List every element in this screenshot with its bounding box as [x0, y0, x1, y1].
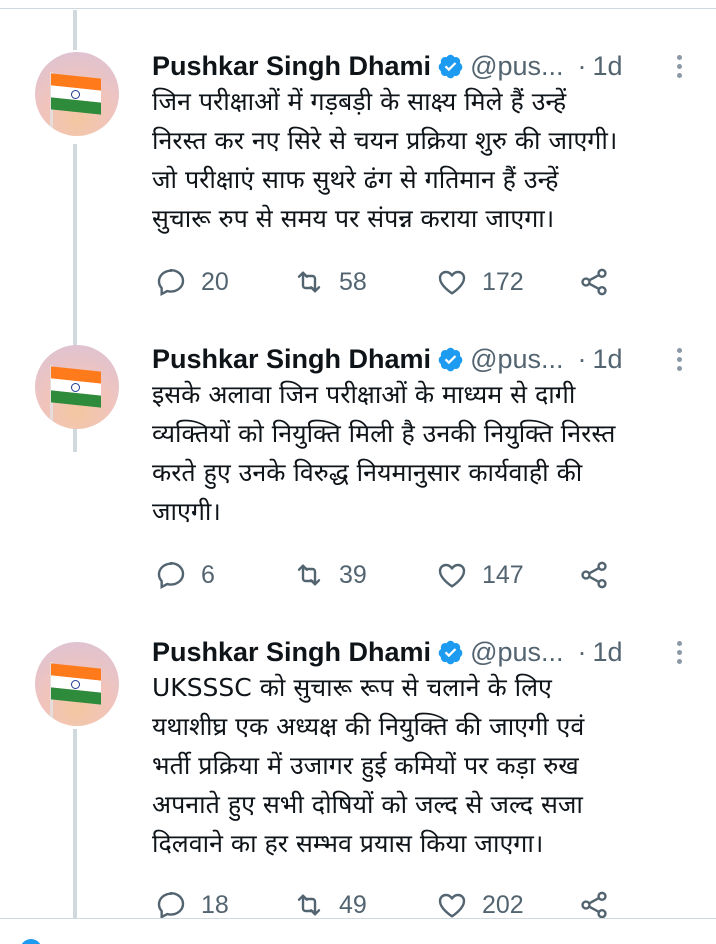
reply-count: 18 [201, 890, 229, 919]
tweet-actions: 20 58 172 [150, 265, 630, 299]
like-button[interactable]: 202 [436, 888, 524, 922]
like-count: 172 [482, 267, 524, 296]
retweet-button[interactable]: 49 [293, 888, 367, 922]
retweet-count: 58 [339, 267, 367, 296]
retweet-icon [297, 564, 321, 586]
tweet-timestamp[interactable]: 1d [593, 637, 623, 668]
like-count: 147 [482, 560, 524, 589]
tweet-text: UKSSSC को सुचारू रूप से चलाने के लिए यथा… [152, 673, 585, 858]
reply-icon [157, 268, 185, 296]
bottom-bar [0, 918, 716, 944]
retweet-button[interactable]: 39 [293, 558, 367, 592]
ashoka-chakra-icon [71, 383, 80, 392]
author-name[interactable]: Pushkar Singh Dhami [152, 51, 431, 82]
more-options-icon[interactable] [674, 638, 684, 668]
like-count: 202 [482, 890, 524, 919]
retweet-count: 39 [339, 560, 367, 589]
reply-button[interactable]: 18 [155, 888, 229, 922]
tweet-actions: 6 39 147 [150, 558, 630, 592]
avatar[interactable] [35, 345, 119, 429]
retweet-icon [297, 894, 321, 916]
like-button[interactable]: 147 [436, 558, 524, 592]
author-handle[interactable]: @pus... [470, 51, 563, 82]
like-icon [438, 893, 466, 918]
retweet-icon [297, 271, 321, 293]
like-icon [438, 563, 466, 588]
author-handle[interactable]: @pus... [470, 637, 563, 668]
tweet-header: Pushkar Singh Dhami @pus... · 1d [152, 341, 623, 377]
avatar[interactable] [35, 642, 119, 726]
tweet-timestamp[interactable]: 1d [593, 344, 623, 375]
verified-badge-icon [438, 54, 463, 78]
reply-icon [157, 561, 185, 589]
ashoka-chakra-icon [71, 90, 80, 99]
reply-button[interactable]: 6 [155, 558, 215, 592]
tweet-header: Pushkar Singh Dhami @pus... · 1d [152, 48, 623, 84]
tweet-header: Pushkar Singh Dhami @pus... · 1d [152, 634, 623, 670]
avatar[interactable] [35, 52, 119, 136]
ashoka-chakra-icon [71, 680, 80, 689]
reply-count: 6 [201, 560, 215, 589]
tweet-text: जिन परीक्षाओं में गड़बड़ी के साक्ष्य मिल… [152, 87, 618, 233]
separator-dot: · [577, 343, 587, 374]
share-button[interactable] [578, 265, 610, 299]
account-avatar-icon[interactable] [20, 939, 42, 944]
tweet[interactable]: Pushkar Singh Dhami @pus... · 1d इसके अल… [0, 330, 716, 620]
tweet-timestamp[interactable]: 1d [593, 51, 623, 82]
author-name[interactable]: Pushkar Singh Dhami [152, 344, 431, 375]
retweet-count: 49 [339, 890, 367, 919]
verified-badge-icon [438, 640, 463, 664]
author-handle[interactable]: @pus... [470, 344, 563, 375]
tweet[interactable]: Pushkar Singh Dhami @pus... · 1d जिन परी… [0, 10, 716, 330]
like-button[interactable]: 172 [436, 265, 524, 299]
tweet-thread: Pushkar Singh Dhami @pus... · 1d जिन परी… [0, 10, 716, 919]
share-button[interactable] [578, 558, 610, 592]
separator-dot: · [577, 636, 587, 667]
share-button[interactable] [578, 888, 610, 922]
retweet-button[interactable]: 58 [293, 265, 367, 299]
tweet-actions: 18 49 202 [150, 888, 630, 922]
like-icon [438, 270, 466, 295]
author-name[interactable]: Pushkar Singh Dhami [152, 637, 431, 668]
verified-badge-icon [438, 347, 463, 371]
reply-button[interactable]: 20 [155, 265, 229, 299]
reply-icon [157, 891, 185, 919]
more-options-icon[interactable] [674, 52, 684, 82]
share-icon [581, 561, 607, 589]
share-icon [581, 891, 607, 919]
share-icon [581, 268, 607, 296]
tweet-text: इसके अलावा जिन परीक्षाओं के माध्यम से दा… [152, 380, 616, 526]
more-options-icon[interactable] [674, 345, 684, 375]
tweet[interactable]: Pushkar Singh Dhami @pus... · 1d UKSSSC … [0, 620, 716, 919]
top-edge [0, 0, 716, 9]
reply-count: 20 [201, 267, 229, 296]
separator-dot: · [577, 50, 587, 81]
